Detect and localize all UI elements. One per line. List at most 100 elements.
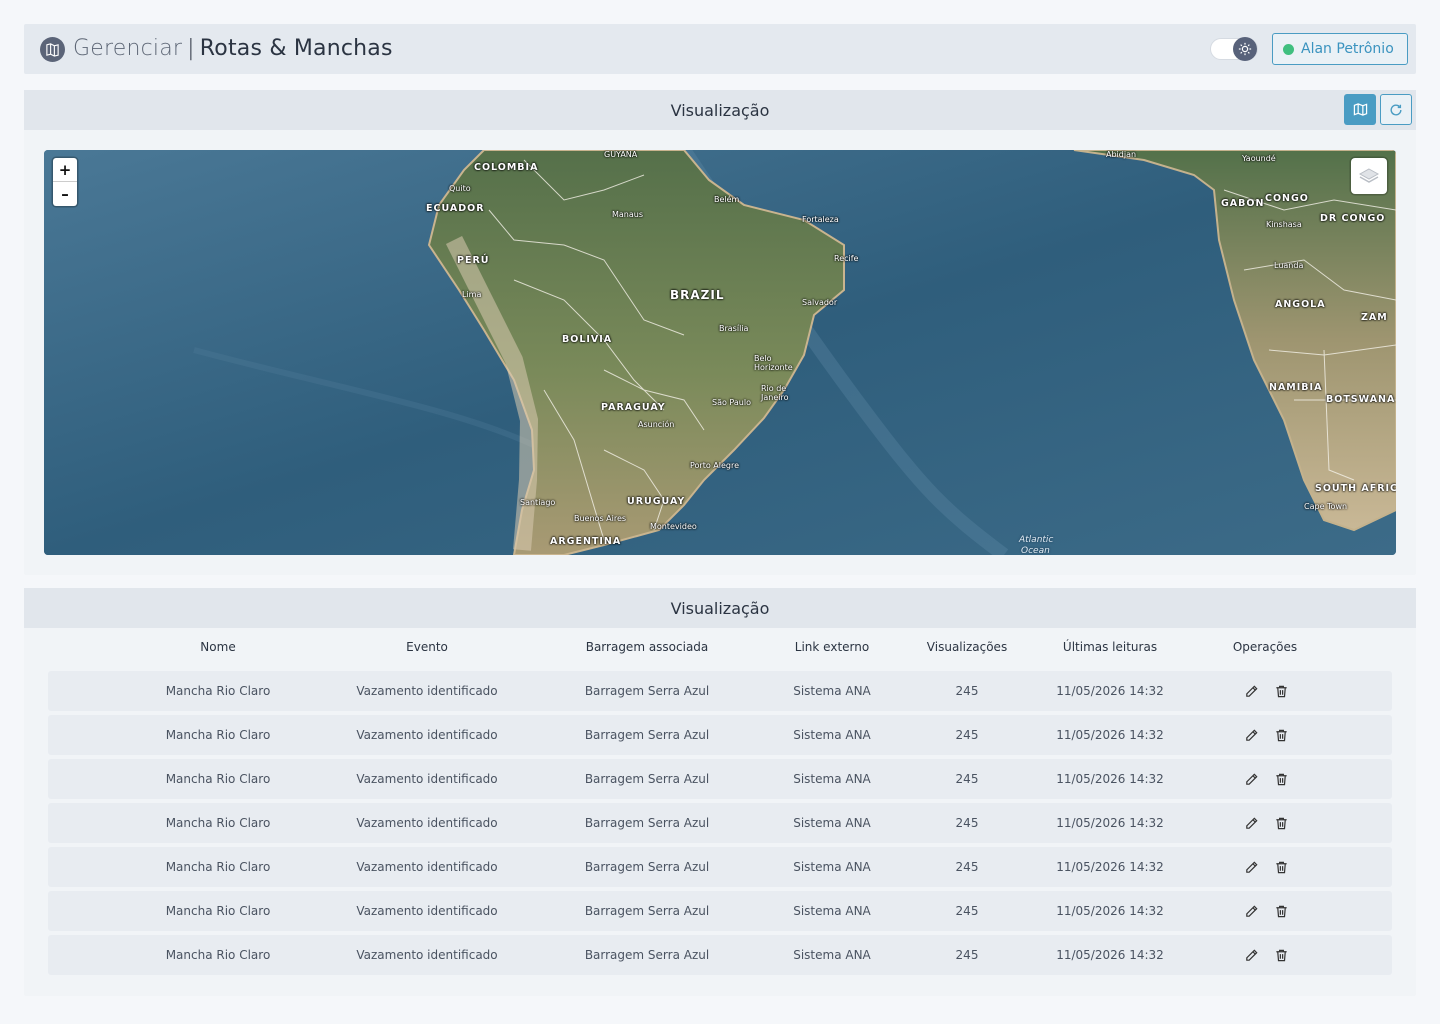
row-leituras: 11/05/2026 14:32 <box>1056 948 1164 962</box>
row-leituras: 11/05/2026 14:32 <box>1056 728 1164 742</box>
map-view[interactable]: GUYANA COLOMBIA Quito ECUADOR Manaus Bel… <box>44 150 1396 555</box>
map-label: PARAGUAY <box>601 402 666 413</box>
theme-toggle[interactable] <box>1210 37 1258 61</box>
map-label: SOUTH AFRICA <box>1315 483 1396 494</box>
row-barragem: Barragem Serra Azul <box>584 904 710 918</box>
row-operations <box>1243 815 1289 831</box>
row-evento: Vazamento identificado <box>356 904 498 918</box>
row-barragem: Barragem Serra Azul <box>584 772 710 786</box>
table-row[interactable]: Mancha Rio Claro Vazamento identificado Ba… <box>48 803 1392 843</box>
column-header-nome[interactable]: Nome <box>200 640 235 654</box>
row-leituras: 11/05/2026 14:32 <box>1056 860 1164 874</box>
row-visualizacoes: 245 <box>955 728 979 742</box>
user-name: Alan Petrônio <box>1301 41 1394 57</box>
row-link[interactable]: Sistema ANA <box>793 948 871 962</box>
row-visualizacoes: 245 <box>955 816 979 830</box>
user-menu-button[interactable]: Alan Petrônio <box>1272 33 1408 65</box>
edit-icon[interactable] <box>1243 903 1259 919</box>
map-label: NAMIBIA <box>1269 382 1323 393</box>
edit-icon[interactable] <box>1243 727 1259 743</box>
map-label: DR CONGO <box>1320 213 1386 224</box>
trash-icon[interactable] <box>1273 727 1289 743</box>
map-book-icon <box>40 37 65 62</box>
edit-icon[interactable] <box>1243 815 1259 831</box>
trash-icon[interactable] <box>1273 947 1289 963</box>
map-label: BOTSWANA <box>1326 394 1396 405</box>
title-prefix: Gerenciar <box>73 36 183 61</box>
row-nome: Mancha Rio Claro <box>165 728 271 742</box>
map-label: ARGENTINA <box>550 536 622 547</box>
trash-icon[interactable] <box>1273 859 1289 875</box>
column-header-visualizacoes[interactable]: Visualizações <box>927 640 1007 654</box>
row-evento: Vazamento identificado <box>356 772 498 786</box>
table-panel-header: Visualização <box>24 588 1416 628</box>
column-header-link[interactable]: Link externo <box>795 640 869 654</box>
map-label: Belo Horizonte <box>754 354 793 372</box>
map-label: Ocean <box>1021 546 1050 555</box>
row-evento: Vazamento identificado <box>356 948 498 962</box>
table-row[interactable]: Mancha Rio Claro Vazamento identificado Ba… <box>48 847 1392 887</box>
map-icon <box>1353 103 1367 116</box>
table-row[interactable]: Mancha Rio Claro Vazamento identificado Ba… <box>48 935 1392 975</box>
row-nome: Mancha Rio Claro <box>165 816 271 830</box>
column-header-leituras[interactable]: Últimas leituras <box>1063 640 1157 654</box>
table-row[interactable]: Mancha Rio Claro Vazamento identificado Ba… <box>48 671 1392 711</box>
trash-icon[interactable] <box>1273 903 1289 919</box>
row-link[interactable]: Sistema ANA <box>793 904 871 918</box>
row-link[interactable]: Sistema ANA <box>793 684 871 698</box>
row-operations <box>1243 771 1289 787</box>
column-header-barragem[interactable]: Barragem associada <box>586 640 709 654</box>
map-label: São Paulo <box>712 398 751 407</box>
refresh-button[interactable] <box>1380 94 1412 125</box>
row-visualizacoes: 245 <box>955 772 979 786</box>
table-row[interactable]: Mancha Rio Claro Vazamento identificado Ba… <box>48 715 1392 755</box>
table-row[interactable]: Mancha Rio Claro Vazamento identificado Ba… <box>48 891 1392 931</box>
edit-icon[interactable] <box>1243 771 1259 787</box>
row-link[interactable]: Sistema ANA <box>793 772 871 786</box>
map-label: ZAM <box>1361 312 1388 323</box>
row-operations <box>1243 903 1289 919</box>
map-label: CONGO <box>1265 193 1309 204</box>
edit-icon[interactable] <box>1243 947 1259 963</box>
row-operations <box>1243 683 1289 699</box>
edit-icon[interactable] <box>1243 683 1259 699</box>
map-label: Recife <box>834 254 859 263</box>
row-link[interactable]: Sistema ANA <box>793 860 871 874</box>
row-nome: Mancha Rio Claro <box>165 772 271 786</box>
row-leituras: 11/05/2026 14:32 <box>1056 772 1164 786</box>
table-row[interactable]: Mancha Rio Claro Vazamento identificado Ba… <box>48 759 1392 799</box>
map-label: Manaus <box>612 210 644 219</box>
layers-button[interactable] <box>1351 158 1387 194</box>
map-panel: Visualização GUYANA COLOMBIA Quito ECUAD… <box>24 90 1416 575</box>
row-barragem: Barragem Serra Azul <box>584 684 710 698</box>
edit-icon[interactable] <box>1243 859 1259 875</box>
row-leituras: 11/05/2026 14:32 <box>1056 816 1164 830</box>
trash-icon[interactable] <box>1273 771 1289 787</box>
row-visualizacoes: 245 <box>955 860 979 874</box>
zoom-in-button[interactable]: + <box>53 158 77 182</box>
row-operations <box>1243 727 1289 743</box>
row-link[interactable]: Sistema ANA <box>793 816 871 830</box>
map-label: Santiago <box>520 498 556 507</box>
column-header-evento[interactable]: Evento <box>406 640 448 654</box>
trash-icon[interactable] <box>1273 815 1289 831</box>
refresh-icon <box>1390 103 1402 115</box>
map-label: Fortaleza <box>802 215 839 224</box>
zoom-out-button[interactable]: – <box>53 182 77 206</box>
row-visualizacoes: 245 <box>955 904 979 918</box>
map-label: Brasília <box>719 324 749 333</box>
map-label: URUGUAY <box>627 496 686 507</box>
map-label: GABON <box>1221 198 1265 209</box>
row-nome: Mancha Rio Claro <box>165 948 271 962</box>
map-view-button[interactable] <box>1344 94 1376 125</box>
map-label: Montevideo <box>650 522 697 531</box>
map-label: BRAZIL <box>670 288 725 302</box>
map-panel-header: Visualização <box>24 90 1416 130</box>
row-link[interactable]: Sistema ANA <box>793 728 871 742</box>
row-barragem: Barragem Serra Azul <box>584 948 710 962</box>
table-panel-title: Visualização <box>670 598 770 618</box>
trash-icon[interactable] <box>1273 683 1289 699</box>
map-label: ANGOLA <box>1275 299 1326 310</box>
online-status-dot <box>1283 43 1294 55</box>
table-panel: Visualização Nome Evento Barragem associ… <box>24 588 1416 996</box>
